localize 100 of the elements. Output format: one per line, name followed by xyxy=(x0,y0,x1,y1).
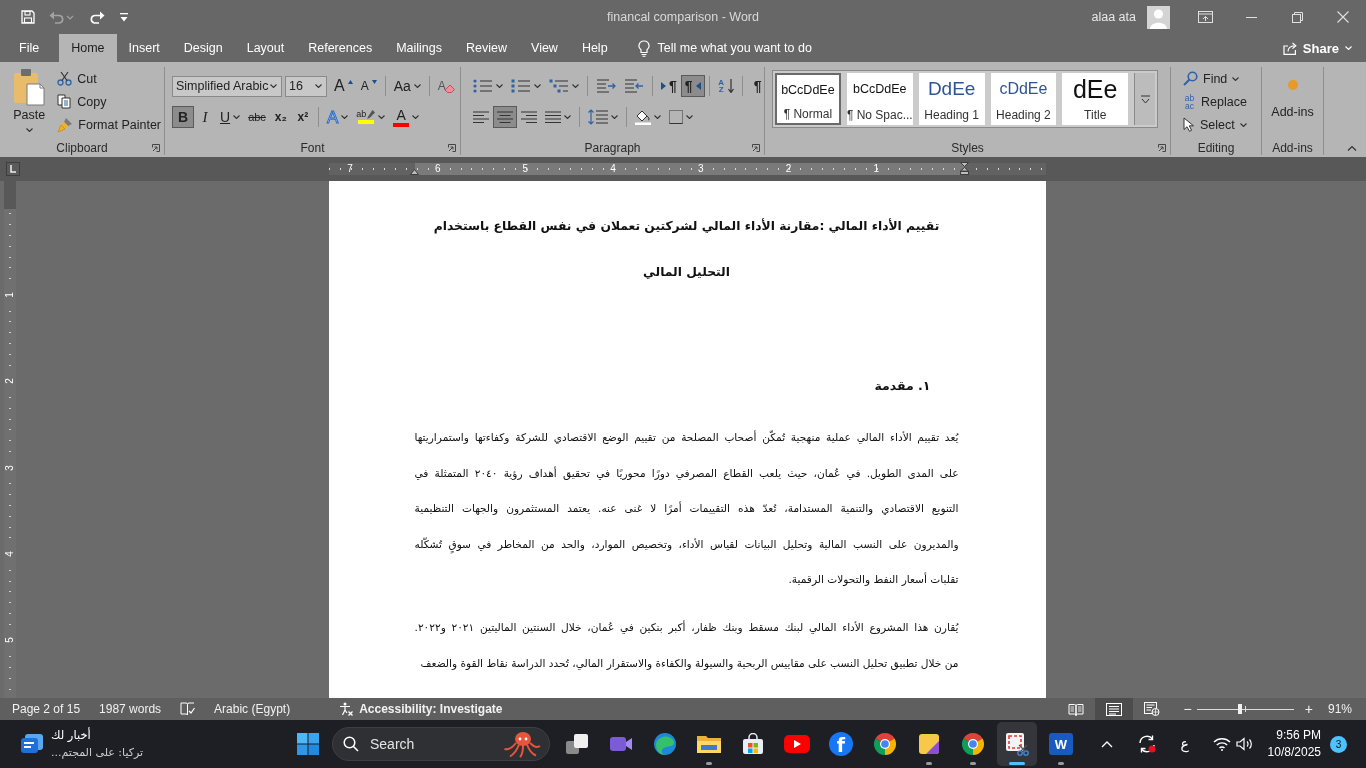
paintbrush-icon xyxy=(57,116,74,133)
ribbon-tab[interactable]: Insert xyxy=(116,34,172,62)
news-widget[interactable]: أخبار لك تركيا: على المجتم... xyxy=(20,724,166,764)
highlight-button[interactable]: ab xyxy=(352,106,390,128)
copy-button[interactable]: Copy xyxy=(54,90,164,113)
body-paragraph: يُقارن هذا المشروع الأداء المالي لبنك مسقط وبنك ظفار، أكبر بنكين في عُمان، خلال السنتين الماليتين ٢٠٢١ و٢٠٢٢. من خلال تطبيق تحليل النسب على مقاييس الربحية والسيولة والكفاءة والاستقرار المالي، تُحدد الدراسة نقاط القوة والضعف xyxy=(414,619,959,672)
indent-marker-icon[interactable] xyxy=(410,169,419,175)
change-case-button[interactable]: Aa xyxy=(389,75,425,97)
speaker-icon[interactable] xyxy=(1235,737,1254,751)
zoom-in-button[interactable]: + xyxy=(1299,701,1318,717)
ribbon-tab[interactable]: Help xyxy=(569,34,620,62)
style-tile[interactable]: bCcDdEe ¶ Normal xyxy=(775,73,841,125)
proofing-book-icon[interactable] xyxy=(180,702,196,716)
close-icon[interactable] xyxy=(1337,11,1349,23)
user-name[interactable]: alaa ata xyxy=(1091,10,1136,24)
italic-button[interactable]: I xyxy=(194,106,216,128)
ribbon-tab[interactable]: Mailings xyxy=(384,34,454,62)
ruler-number: 3 xyxy=(698,163,704,175)
zoom-slider-thumb[interactable] xyxy=(1238,704,1243,714)
ribbon-tab[interactable]: Home xyxy=(59,34,117,62)
format-painter-button[interactable]: Format Painter xyxy=(54,113,164,136)
taskbar-clock[interactable]: 9:56 PM 10/8/2025 xyxy=(1267,727,1321,761)
align-center-icon xyxy=(497,111,513,123)
ribbon-tab[interactable]: View xyxy=(519,34,570,62)
ribbon-tab[interactable]: Review xyxy=(454,34,519,62)
add-ins-button[interactable]: Add-ins xyxy=(1264,67,1321,119)
shrink-font-button[interactable]: A xyxy=(356,75,381,97)
wifi-icon[interactable] xyxy=(1212,737,1231,751)
zoom-out-button[interactable]: − xyxy=(1178,701,1197,717)
lightbulb-icon xyxy=(637,39,650,57)
indent-marker-icon[interactable] xyxy=(960,162,969,175)
facebook-logo: f xyxy=(829,732,853,756)
ribbon-tab[interactable]: Design xyxy=(171,34,235,62)
select-button[interactable]: Select xyxy=(1180,113,1250,136)
redo-icon[interactable] xyxy=(89,10,105,24)
start-icon xyxy=(297,733,319,755)
show-formatting-marks-button[interactable]: ¶ xyxy=(746,75,769,97)
paint-bucket-icon xyxy=(635,109,651,125)
word-taskbar-button[interactable]: W xyxy=(1041,722,1081,766)
accessibility-checker[interactable]: Accessibility: Investigate xyxy=(339,702,503,716)
style-tile[interactable]: cDdEe Heading 2 xyxy=(990,73,1057,125)
superscript-button[interactable]: x² xyxy=(291,106,314,128)
find-button[interactable]: Find xyxy=(1180,67,1250,90)
user-avatar-icon[interactable] xyxy=(1147,5,1170,29)
strikethrough-button[interactable]: abc xyxy=(244,106,270,128)
ribbon-tab[interactable]: File xyxy=(7,34,52,62)
group-label: Editing xyxy=(1197,140,1235,155)
paste-button[interactable]: Paste xyxy=(8,67,51,132)
input-language-indicator[interactable]: ع xyxy=(1174,736,1195,752)
dialog-launcher-icon[interactable] xyxy=(448,143,456,152)
font-size-dropdown[interactable]: 16 xyxy=(285,75,327,97)
zoom-level[interactable]: 91% xyxy=(1327,702,1352,716)
word-count[interactable]: 1987 words xyxy=(99,702,162,716)
scissors-icon xyxy=(57,71,73,86)
dialog-launcher-icon[interactable] xyxy=(152,143,160,152)
ruler-number: 3 xyxy=(5,461,15,474)
page-count[interactable]: Page 2 of 15 xyxy=(12,702,81,716)
octopus-icon xyxy=(503,730,541,758)
ribbon-tab[interactable]: References xyxy=(296,34,385,62)
style-tile[interactable]: DdEe Heading 1 xyxy=(918,73,985,125)
underline-button[interactable]: U xyxy=(216,106,245,128)
group-label: Add-ins xyxy=(1272,140,1313,155)
left-to-right-button[interactable]: ¶ xyxy=(657,75,681,97)
edge-icon xyxy=(653,732,677,756)
customize-toolbar-icon[interactable] xyxy=(119,12,129,22)
ribbon-tab[interactable]: Layout xyxy=(234,34,297,62)
grow-font-button[interactable]: A xyxy=(330,75,357,97)
sync-icon[interactable] xyxy=(1136,734,1157,754)
decrease-indent-icon xyxy=(596,79,616,93)
facebook-taskbar-button[interactable]: f xyxy=(821,722,861,766)
word-logo: W xyxy=(1049,733,1073,755)
cut-button[interactable]: Cut xyxy=(54,67,164,90)
dialog-launcher-icon[interactable] xyxy=(752,143,760,152)
clear-formatting-button[interactable]: A xyxy=(433,75,459,97)
notification-badge[interactable]: 3 xyxy=(1330,735,1347,753)
ruler-number: 4 xyxy=(610,163,616,175)
save-icon[interactable] xyxy=(21,10,35,24)
center-button[interactable] xyxy=(493,106,517,128)
subscript-button[interactable]: x₂ xyxy=(269,106,292,128)
print-layout-button[interactable] xyxy=(1094,698,1133,720)
snipping-tool-taskbar-button[interactable] xyxy=(997,722,1037,766)
ribbon-display-options-icon[interactable] xyxy=(1197,11,1213,23)
sticky-notes-icon xyxy=(918,733,940,755)
style-tile[interactable]: bCcDdEe ¶ No Spac... xyxy=(846,73,913,125)
style-tile[interactable]: dEe Title xyxy=(1062,73,1129,125)
bold-button[interactable]: B xyxy=(172,106,194,128)
restore-icon[interactable] xyxy=(1291,11,1303,23)
minimize-icon[interactable] xyxy=(1245,16,1257,18)
right-to-left-button[interactable]: ¶ xyxy=(680,75,705,97)
dialog-launcher-icon[interactable] xyxy=(1158,143,1166,152)
tell-me-search[interactable]: Tell me what you want to do xyxy=(637,34,812,62)
chevron-up-icon[interactable] xyxy=(1100,740,1113,748)
share-button[interactable]: Share xyxy=(1282,34,1352,62)
taskbar-search-field[interactable]: Search xyxy=(332,727,550,761)
font-name-dropdown[interactable]: Simplified Arabic xyxy=(172,75,282,97)
font-color-button[interactable]: A xyxy=(389,106,424,128)
tab-selector-icon[interactable] xyxy=(6,162,20,176)
language-indicator[interactable]: Arabic (Egypt) xyxy=(214,702,291,716)
collapse-ribbon-icon[interactable] xyxy=(1347,145,1357,151)
open-book-icon xyxy=(1067,702,1084,716)
